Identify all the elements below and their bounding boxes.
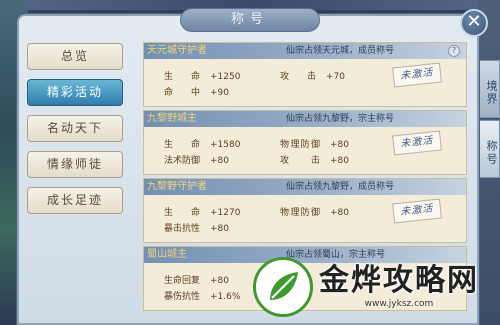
stat-label: 生命 <box>164 140 200 150</box>
stat-label: 物理防御 <box>280 140 320 150</box>
nav-overview[interactable]: 总览 <box>27 43 123 70</box>
stat-row: 暴击抗性 +80 <box>164 221 229 234</box>
card-header: 天元城守护者 仙宗占领天元城，成员称号 ? <box>144 43 466 59</box>
stat-value: +1.6% <box>210 292 241 302</box>
stat-value: +80 <box>330 208 349 218</box>
stat-row: 暴伤抗性 +1.6% <box>164 289 240 302</box>
title-card[interactable]: 天元城守护者 仙宗占领天元城，成员称号 ? 生命 +1250 攻击 +70 命中 +9… <box>143 42 467 107</box>
stat-row: 攻击 +80 <box>280 153 349 166</box>
window-title: 称号 <box>180 8 320 32</box>
watermark-logo <box>253 257 313 317</box>
stat-value: +70 <box>326 72 345 82</box>
title-name: 九黎野城主 <box>147 113 197 124</box>
watermark-url: www.jyksz.com <box>364 299 434 309</box>
stat-value: +1250 <box>210 72 241 82</box>
title-name: 九黎野守护者 <box>147 181 207 192</box>
title-name: 蜀山城主 <box>147 249 187 260</box>
stat-label: 法术防御 <box>164 156 201 166</box>
stat-value: +90 <box>210 88 229 98</box>
stat-value: +80 <box>330 156 349 166</box>
inactive-stamp: 未激活 <box>392 62 442 88</box>
title-description: 仙宗占领天元城，成员称号 <box>286 46 395 56</box>
stat-row: 生命回复 +80 <box>164 273 229 286</box>
side-tab-realm[interactable]: 境界 <box>478 60 500 118</box>
stat-row: 物理防御 +80 <box>280 137 349 150</box>
stat-row: 生命 +1270 <box>164 205 240 218</box>
stat-row: 法术防御 +80 <box>164 153 229 166</box>
stat-row: 攻击 +70 <box>280 69 345 82</box>
stat-label: 生命回复 <box>164 276 201 286</box>
watermark-text: 金烨攻略网 <box>319 263 479 298</box>
nav-fame[interactable]: 名动天下 <box>27 115 123 142</box>
stat-row: 生命 +1250 <box>164 69 240 82</box>
watermark: 金烨攻略网 www.jyksz.com <box>253 254 493 320</box>
side-tab-title[interactable]: 称号 <box>478 120 500 178</box>
card-header: 九黎野守护者 仙宗占领九黎野，成员称号 <box>144 179 466 195</box>
stat-value: +80 <box>210 276 229 286</box>
stat-row: 物理防御 +80 <box>280 205 349 218</box>
title-name: 天元城守护者 <box>147 45 207 56</box>
stat-label: 攻击 <box>280 156 320 166</box>
title-description: 仙宗占领九黎野，宗主称号 <box>286 114 395 124</box>
nav-romance-mentor[interactable]: 情缘师徒 <box>27 151 123 178</box>
leaf-icon <box>270 272 298 300</box>
card-header: 九黎野城主 仙宗占领九黎野，宗主称号 <box>144 111 466 127</box>
stat-row: 生命 +1580 <box>164 137 240 150</box>
close-icon: ✕ <box>466 11 482 32</box>
title-card[interactable]: 九黎野守护者 仙宗占领九黎野，成员称号 生命 +1270 物理防御 +80 暴击抗性… <box>143 178 467 243</box>
stat-label: 命中 <box>164 88 200 98</box>
title-description: 仙宗占领九黎野，成员称号 <box>286 182 395 192</box>
inactive-stamp: 未激活 <box>392 130 442 156</box>
stat-value: +1270 <box>210 208 241 218</box>
stat-value: +80 <box>210 156 229 166</box>
stat-value: +80 <box>210 224 229 234</box>
watermark-text-group: 金烨攻略网 www.jyksz.com <box>319 264 479 310</box>
stat-label: 攻击 <box>280 72 316 82</box>
stat-label: 物理防御 <box>280 208 320 218</box>
title-card[interactable]: 九黎野城主 仙宗占领九黎野，宗主称号 生命 +1580 物理防御 +80 法术防御 +… <box>143 110 467 175</box>
close-button[interactable]: ✕ <box>460 9 488 37</box>
help-icon[interactable]: ? <box>448 45 460 57</box>
inactive-stamp: 未激活 <box>392 198 442 224</box>
stat-label: 暴击抗性 <box>164 224 201 234</box>
stat-value: +1580 <box>210 140 241 150</box>
stat-value: +80 <box>330 140 349 150</box>
nav-growth[interactable]: 成长足迹 <box>27 187 123 214</box>
nav-events[interactable]: 精彩活动 <box>27 79 123 106</box>
stat-label: 生命 <box>164 208 200 218</box>
category-nav: 总览 精彩活动 名动天下 情缘师徒 成长足迹 <box>27 43 123 223</box>
stat-row: 命中 +90 <box>164 85 229 98</box>
stat-label: 生命 <box>164 72 200 82</box>
stat-label: 暴伤抗性 <box>164 292 201 302</box>
